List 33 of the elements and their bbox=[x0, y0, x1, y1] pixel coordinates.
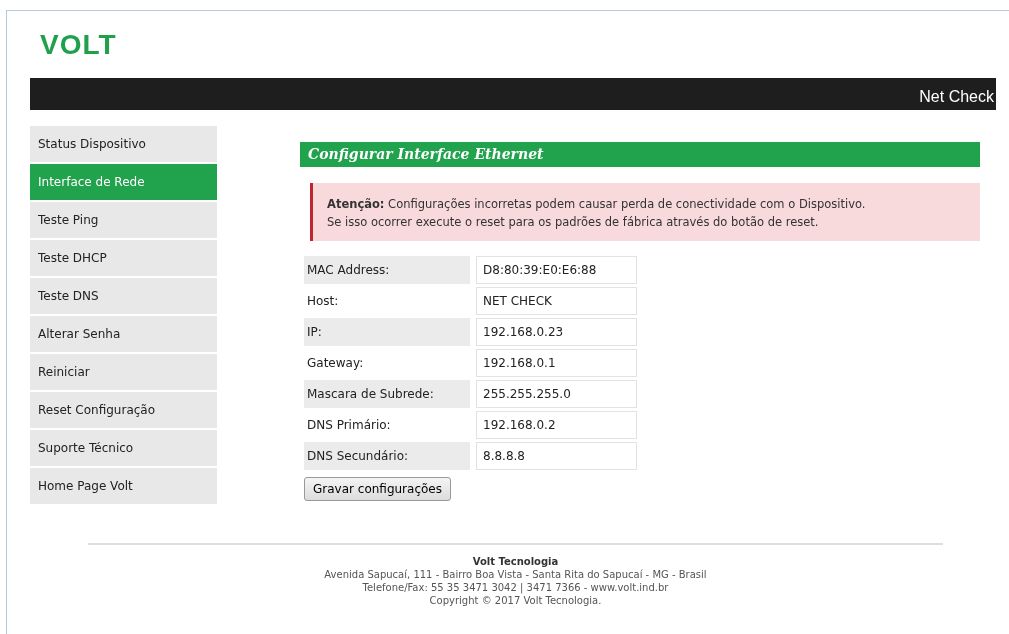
sidebar-item[interactable]: Teste DHCP bbox=[30, 240, 217, 276]
input-field[interactable]: 192.168.0.23 bbox=[476, 318, 637, 346]
sidebar-item[interactable]: Suporte Técnico bbox=[30, 430, 217, 466]
input-field[interactable]: D8:80:39:E0:E6:88 bbox=[476, 256, 637, 284]
section-title: Configurar Interface Ethernet bbox=[300, 142, 980, 167]
field-label: Host: bbox=[306, 293, 340, 310]
footer-text: Copyright © 2017 Volt Tecnologia. bbox=[428, 594, 603, 607]
input-field[interactable]: NET CHECK bbox=[476, 287, 637, 315]
sidebar-item[interactable]: Alterar Senha bbox=[30, 316, 217, 352]
footer-text: Telefone/Fax: 55 35 3471 3042 | 3471 7366 - www.volt.ind.br bbox=[361, 581, 670, 594]
sidebar-item[interactable]: Home Page Volt bbox=[30, 468, 217, 504]
input-field[interactable]: 8.8.8.8 bbox=[476, 442, 637, 470]
field-label: Gateway: bbox=[306, 355, 365, 372]
field-label: MAC Address: bbox=[304, 256, 470, 284]
field-label: Mascara de Subrede: bbox=[304, 380, 470, 408]
field-label: DNS Primário: bbox=[306, 417, 392, 434]
header-title: Net Check bbox=[919, 88, 994, 106]
field-label: DNS Secundário: bbox=[304, 442, 470, 470]
footer-company: Volt Tecnologia bbox=[471, 555, 560, 568]
sidebar-item[interactable]: Reset Configuração bbox=[30, 392, 217, 428]
alert-text: Atenção: Configurações incorretas podem causar perda de conectividade com o Dispositivo. bbox=[327, 196, 867, 213]
sidebar-item[interactable]: Reiniciar bbox=[30, 354, 217, 390]
footer-text: Avenida Sapucaí, 111 - Bairro Boa Vista - Santa Rita do Sapucaí - MG - Brasil bbox=[323, 568, 708, 581]
volt-logo: VOLT bbox=[40, 29, 117, 60]
field-label: IP: bbox=[304, 318, 470, 346]
sidebar-item[interactable]: Teste DNS bbox=[30, 278, 217, 314]
alert-text: Se isso ocorrer execute o reset para os padrões de fábrica através do botão de reset. bbox=[327, 214, 820, 231]
sidebar-item[interactable]: Teste Ping bbox=[30, 202, 217, 238]
save-button[interactable]: Gravar configurações bbox=[304, 477, 451, 501]
input-field[interactable]: 192.168.0.2 bbox=[476, 411, 637, 439]
input-field[interactable]: 255.255.255.0 bbox=[476, 380, 637, 408]
sidebar-item[interactable]: Status Dispositivo bbox=[30, 126, 217, 162]
input-field[interactable]: 192.168.0.1 bbox=[476, 349, 637, 377]
